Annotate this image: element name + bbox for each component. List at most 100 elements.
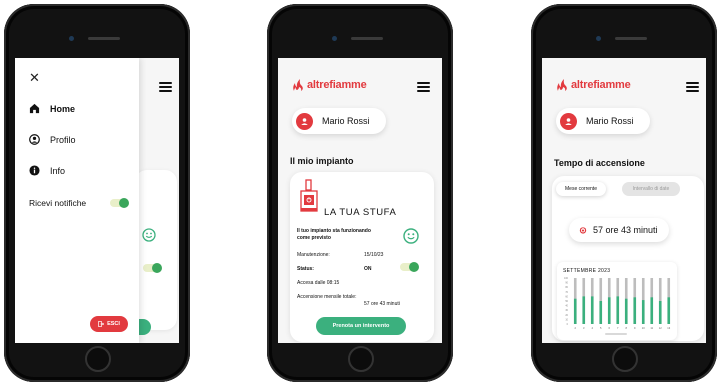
bar-usage[interactable] [616,296,620,324]
monthly-value: 57 ore 43 minuti [364,301,400,307]
user-name: Mario Rossi [586,116,634,126]
phone-frame-impianto: altrefiamme Mario Rossi Il mio impianto … [267,4,453,382]
phone-frame-menu: ✕ Home Profilo Info Ricevi notifiche ESC… [4,4,190,382]
impianto-card: LA TUA STUFA Il tuo impianto sta funzion… [290,172,434,342]
x-tick-label: 13 [667,326,670,330]
monthly-label: Accensione mensile totale: [297,294,357,300]
screen-menu: ✕ Home Profilo Info Ricevi notifiche ESC… [15,58,179,343]
user-avatar-icon [560,112,577,130]
brand-logo[interactable]: altrefiamme [291,78,367,92]
x-tick-label: 6 [609,326,611,330]
user-pill[interactable]: Mario Rossi [556,108,650,134]
bar-usage[interactable] [650,297,654,324]
logout-label: ESCI [107,321,120,327]
screen-accensione: altrefiamme Mario Rossi Tempo di accensi… [542,58,706,343]
side-drawer: ✕ Home Profilo Info Ricevi notifiche ESC… [15,58,139,343]
y-tick-label: 70 [565,291,568,294]
menu-item-label: Home [50,103,76,114]
y-tick-label: 80 [565,286,568,289]
phone-home-button [348,346,374,372]
bar-usage[interactable] [590,296,594,324]
status-message: Il tuo impianto sta funzionando come pre… [297,228,371,241]
y-tick-label: 50 [565,300,568,303]
bar-usage[interactable] [641,300,645,324]
book-service-button[interactable]: Prenota un intervento [316,317,406,335]
x-tick-label: 10 [642,326,645,330]
chart-scrollbar[interactable] [605,333,627,335]
lit-since: Accesa dalle 08:15 [297,280,340,286]
x-tick-label: 2 [575,326,577,330]
x-tick-label: 9 [634,326,636,330]
speaker [351,37,383,40]
y-tick-label: 60 [565,295,568,298]
section-title-accensione: Tempo di accensione [554,158,645,168]
status-label: Status: [297,266,314,272]
user-name: Mario Rossi [322,116,370,126]
maintenance-value: 15/10/23 [364,252,384,258]
power-icon [579,227,587,234]
tab-date-range[interactable]: Intervallo di date [622,182,680,196]
notifications-toggle[interactable] [110,198,129,208]
status-value: ON [364,266,372,272]
brand-logo[interactable]: altrefiamme [555,78,631,92]
tab-current-month[interactable]: Mese corrente [556,182,606,196]
user-pill[interactable]: Mario Rossi [292,108,386,134]
menu-item-profilo[interactable]: Profilo [29,134,76,145]
stove-icon [300,179,318,212]
menu-hamburger-icon[interactable] [686,82,699,92]
flame-logo-icon [557,79,567,91]
menu-item-label: Info [50,165,66,176]
menu-hamburger-icon[interactable] [159,82,172,92]
phone-home-button [85,346,111,372]
bar-usage[interactable] [607,297,611,324]
y-tick-label: 20 [565,314,568,317]
x-tick-label: 3 [583,326,585,330]
home-icon [29,103,40,114]
user-avatar-icon [296,112,313,130]
bar-usage[interactable] [658,301,662,324]
speaker [88,37,120,40]
brand-name: altrefiamme [571,79,631,91]
bar-usage[interactable] [573,298,577,324]
camera [69,36,74,41]
total-hours-pill: 57 ore 43 minuti [569,218,669,242]
bar-usage[interactable] [582,296,586,324]
bar-usage[interactable] [667,297,671,324]
monthly-chart: SETTEMBRE 2023 0 10 20 30 40 50 60 70 80 90 100 2 3 4… [557,262,677,340]
phone-home-button [612,346,638,372]
speaker [615,37,647,40]
background-status-toggle [143,263,162,273]
accensione-panel: Mese corrente Intervallo di date 57 ore … [552,176,704,341]
maintenance-label: Manutenzione: [297,252,330,258]
background-card [135,170,177,330]
x-tick-label: 8 [626,326,628,330]
screen-impianto: altrefiamme Mario Rossi Il mio impianto … [278,58,442,343]
close-icon[interactable]: ✕ [29,70,40,86]
menu-item-label: Profilo [50,134,76,145]
x-tick-label: 11 [650,326,653,330]
menu-item-info[interactable]: Info [29,165,65,176]
y-tick-label: 10 [565,318,568,321]
chart-svg: 01020304050607080901002 3 4 5 6 7 8 9 10 11 12 13 [564,277,671,335]
happy-face-icon [142,228,156,242]
y-tick-label: 30 [565,309,568,312]
info-icon [29,165,40,176]
menu-item-home[interactable]: Home [29,103,75,114]
notifications-label: Ricevi notifiche [29,198,87,208]
bar-usage[interactable] [599,301,603,324]
status-toggle[interactable] [400,262,419,272]
profile-icon [29,134,40,145]
x-tick-label: 12 [659,326,662,330]
x-tick-label: 5 [600,326,602,330]
x-tick-label: 4 [592,326,594,330]
camera [332,36,337,41]
bar-usage[interactable] [624,298,628,324]
section-title-impianto: Il mio impianto [290,156,354,166]
happy-face-icon [403,228,419,244]
logout-button[interactable]: ESCI [90,316,128,332]
menu-hamburger-icon[interactable] [417,82,430,92]
logout-icon [98,321,105,327]
y-tick-label: 100 [564,277,569,280]
flame-logo-icon [293,79,303,91]
bar-usage[interactable] [633,297,637,324]
